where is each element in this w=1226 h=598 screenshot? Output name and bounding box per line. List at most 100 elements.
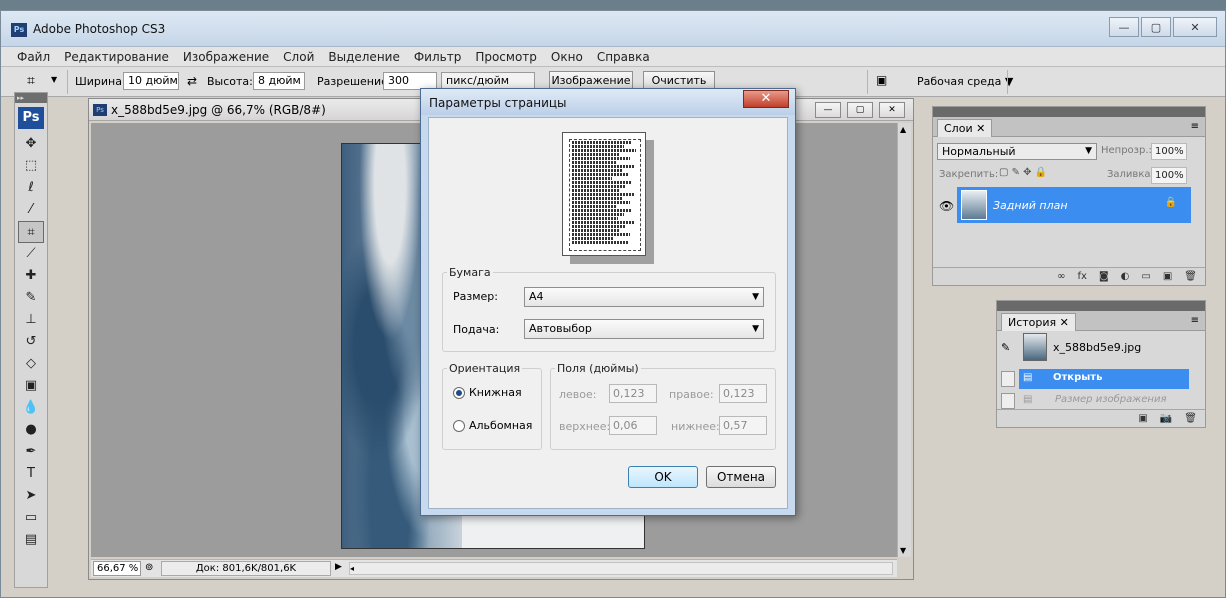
notes-tool-icon[interactable]: ▤: [18, 529, 44, 551]
dialog-close-button[interactable]: ✕: [743, 90, 789, 108]
dodge-tool-icon[interactable]: ●: [18, 419, 44, 441]
visibility-eye-icon[interactable]: 👁: [939, 199, 954, 213]
width-input[interactable]: 10 дюйм: [123, 72, 179, 90]
history-item-label: Открыть: [1053, 372, 1103, 383]
menu-edit[interactable]: Редактирование: [64, 50, 169, 64]
history-brush-tool-icon[interactable]: ↺: [18, 331, 44, 353]
workspace-menu[interactable]: Рабочая среда ▼: [917, 75, 1013, 88]
path-selection-tool-icon[interactable]: ➤: [18, 485, 44, 507]
pen-tool-icon[interactable]: ✒: [18, 441, 44, 463]
eraser-tool-icon[interactable]: ◇: [18, 353, 44, 375]
status-menu-arrow-icon[interactable]: ▶: [335, 562, 342, 572]
cancel-button[interactable]: Отмена: [706, 466, 776, 488]
history-state-checkbox[interactable]: [1001, 393, 1015, 409]
tool-preset-caret-icon[interactable]: ▼: [51, 75, 57, 84]
top-margin-input[interactable]: 0,06: [609, 416, 657, 435]
panel-header[interactable]: [933, 107, 1205, 117]
paper-size-select[interactable]: A4 ▼: [524, 287, 764, 307]
menu-help[interactable]: Справка: [597, 50, 650, 64]
doc-size-info: Док: 801,6K/801,6K: [161, 561, 331, 576]
panel-header[interactable]: [997, 301, 1205, 311]
doc-minimize-button[interactable]: —: [815, 102, 841, 118]
dialog-title-bar[interactable]: Параметры страницы ✕: [421, 89, 795, 115]
lock-icons[interactable]: ▢ ✎ ✥ 🔒: [999, 167, 1047, 178]
paper-source-select[interactable]: Автовыбор ▼: [524, 319, 764, 339]
link-layers-icon[interactable]: ∞: [1057, 271, 1065, 282]
menu-filter[interactable]: Фильтр: [414, 50, 461, 64]
new-group-icon[interactable]: ▭: [1141, 271, 1150, 282]
clone-stamp-tool-icon[interactable]: ⊥: [18, 309, 44, 331]
separator: [1007, 70, 1008, 94]
landscape-radio[interactable]: Альбомная: [453, 419, 532, 432]
radio-button[interactable]: [453, 386, 465, 399]
tab-layers[interactable]: Слои ✕: [937, 119, 993, 137]
margins-legend: Поля (дюймы): [557, 362, 639, 375]
trash-icon[interactable]: 🗑: [1184, 413, 1197, 424]
lasso-tool-icon[interactable]: ℓ: [18, 177, 44, 199]
trash-icon[interactable]: 🗑: [1184, 271, 1197, 282]
printable-area: [569, 139, 641, 251]
menu-view[interactable]: Просмотр: [475, 50, 537, 64]
fx-icon[interactable]: fx: [1078, 271, 1087, 282]
doc-close-button[interactable]: ✕: [879, 102, 905, 118]
bridge-icon[interactable]: ▣: [876, 73, 896, 91]
photoshop-logo-icon[interactable]: Ps: [18, 107, 44, 129]
menu-window[interactable]: Окно: [551, 50, 583, 64]
close-button[interactable]: ✕: [1173, 17, 1217, 37]
radio-button[interactable]: [453, 419, 465, 432]
menu-file[interactable]: Файл: [17, 50, 50, 64]
portrait-radio[interactable]: Книжная: [453, 386, 522, 399]
history-item-open[interactable]: ▤ Открыть: [1019, 369, 1189, 389]
maximize-button[interactable]: ▢: [1141, 17, 1171, 37]
menu-image[interactable]: Изображение: [183, 50, 269, 64]
scroll-up-icon[interactable]: ▲: [900, 125, 906, 134]
swap-dimensions-icon[interactable]: ⇄: [187, 74, 197, 88]
snapshot-thumbnail[interactable]: [1023, 333, 1047, 361]
new-snapshot-icon[interactable]: 📷: [1160, 413, 1172, 424]
horizontal-scrollbar[interactable]: ◂: [349, 562, 893, 575]
scroll-down-icon[interactable]: ▼: [900, 546, 906, 555]
history-state-checkbox[interactable]: [1001, 371, 1015, 387]
move-tool-icon[interactable]: ✥: [18, 133, 44, 155]
blend-mode-select[interactable]: Нормальный ▼: [937, 143, 1097, 160]
minimize-button[interactable]: —: [1109, 17, 1139, 37]
menu-layer[interactable]: Слой: [283, 50, 314, 64]
height-input[interactable]: 8 дюйм: [253, 72, 305, 90]
ok-button[interactable]: OK: [628, 466, 698, 488]
brush-tool-icon[interactable]: ✎: [18, 287, 44, 309]
rectangle-tool-icon[interactable]: ▭: [18, 507, 44, 529]
crop-tool-icon[interactable]: ⌗: [18, 221, 44, 243]
magic-wand-tool-icon[interactable]: ⁄: [18, 199, 44, 221]
page-preview-sheet: [562, 132, 646, 256]
history-item-resize[interactable]: ▤ Размер изображения: [1019, 391, 1189, 411]
snapshot-name[interactable]: x_588bd5e9.jpg: [1053, 341, 1141, 354]
vertical-scrollbar[interactable]: ▲ ▼: [897, 123, 911, 557]
panel-menu-icon[interactable]: ≡: [1191, 315, 1199, 326]
doc-maximize-button[interactable]: ▢: [847, 102, 873, 118]
toolbox-collapse-icon[interactable]: ▸▸: [15, 93, 47, 103]
menu-select[interactable]: Выделение: [328, 50, 399, 64]
layer-thumbnail: [961, 190, 987, 220]
left-margin-input[interactable]: 0,123: [609, 384, 657, 403]
zoom-field[interactable]: 66,67 %: [93, 561, 141, 576]
healing-brush-tool-icon[interactable]: ✚: [18, 265, 44, 287]
tab-history[interactable]: История ✕: [1001, 313, 1076, 331]
opacity-input[interactable]: 100%: [1151, 143, 1187, 160]
fill-input[interactable]: 100%: [1151, 167, 1187, 184]
mask-icon[interactable]: ◙: [1099, 271, 1109, 282]
gradient-tool-icon[interactable]: ▣: [18, 375, 44, 397]
layer-row-background[interactable]: Задний план 🔒: [957, 187, 1191, 223]
new-layer-icon[interactable]: ▣: [1163, 271, 1172, 282]
marquee-tool-icon[interactable]: ⬚: [18, 155, 44, 177]
bottom-margin-input[interactable]: 0,57: [719, 416, 767, 435]
type-tool-icon[interactable]: T: [18, 463, 44, 485]
new-document-icon[interactable]: ▣: [1138, 413, 1147, 424]
panel-menu-icon[interactable]: ≡: [1191, 121, 1199, 132]
blur-tool-icon[interactable]: 💧: [18, 397, 44, 419]
status-menu-icon[interactable]: ⊚: [145, 562, 153, 573]
adjustment-layer-icon[interactable]: ◐: [1121, 271, 1130, 282]
right-margin-input[interactable]: 0,123: [719, 384, 767, 403]
slice-tool-icon[interactable]: ⟋: [18, 243, 44, 265]
crop-tool-icon[interactable]: ⌗: [27, 73, 45, 91]
history-brush-source-icon[interactable]: ✎: [1001, 341, 1010, 354]
